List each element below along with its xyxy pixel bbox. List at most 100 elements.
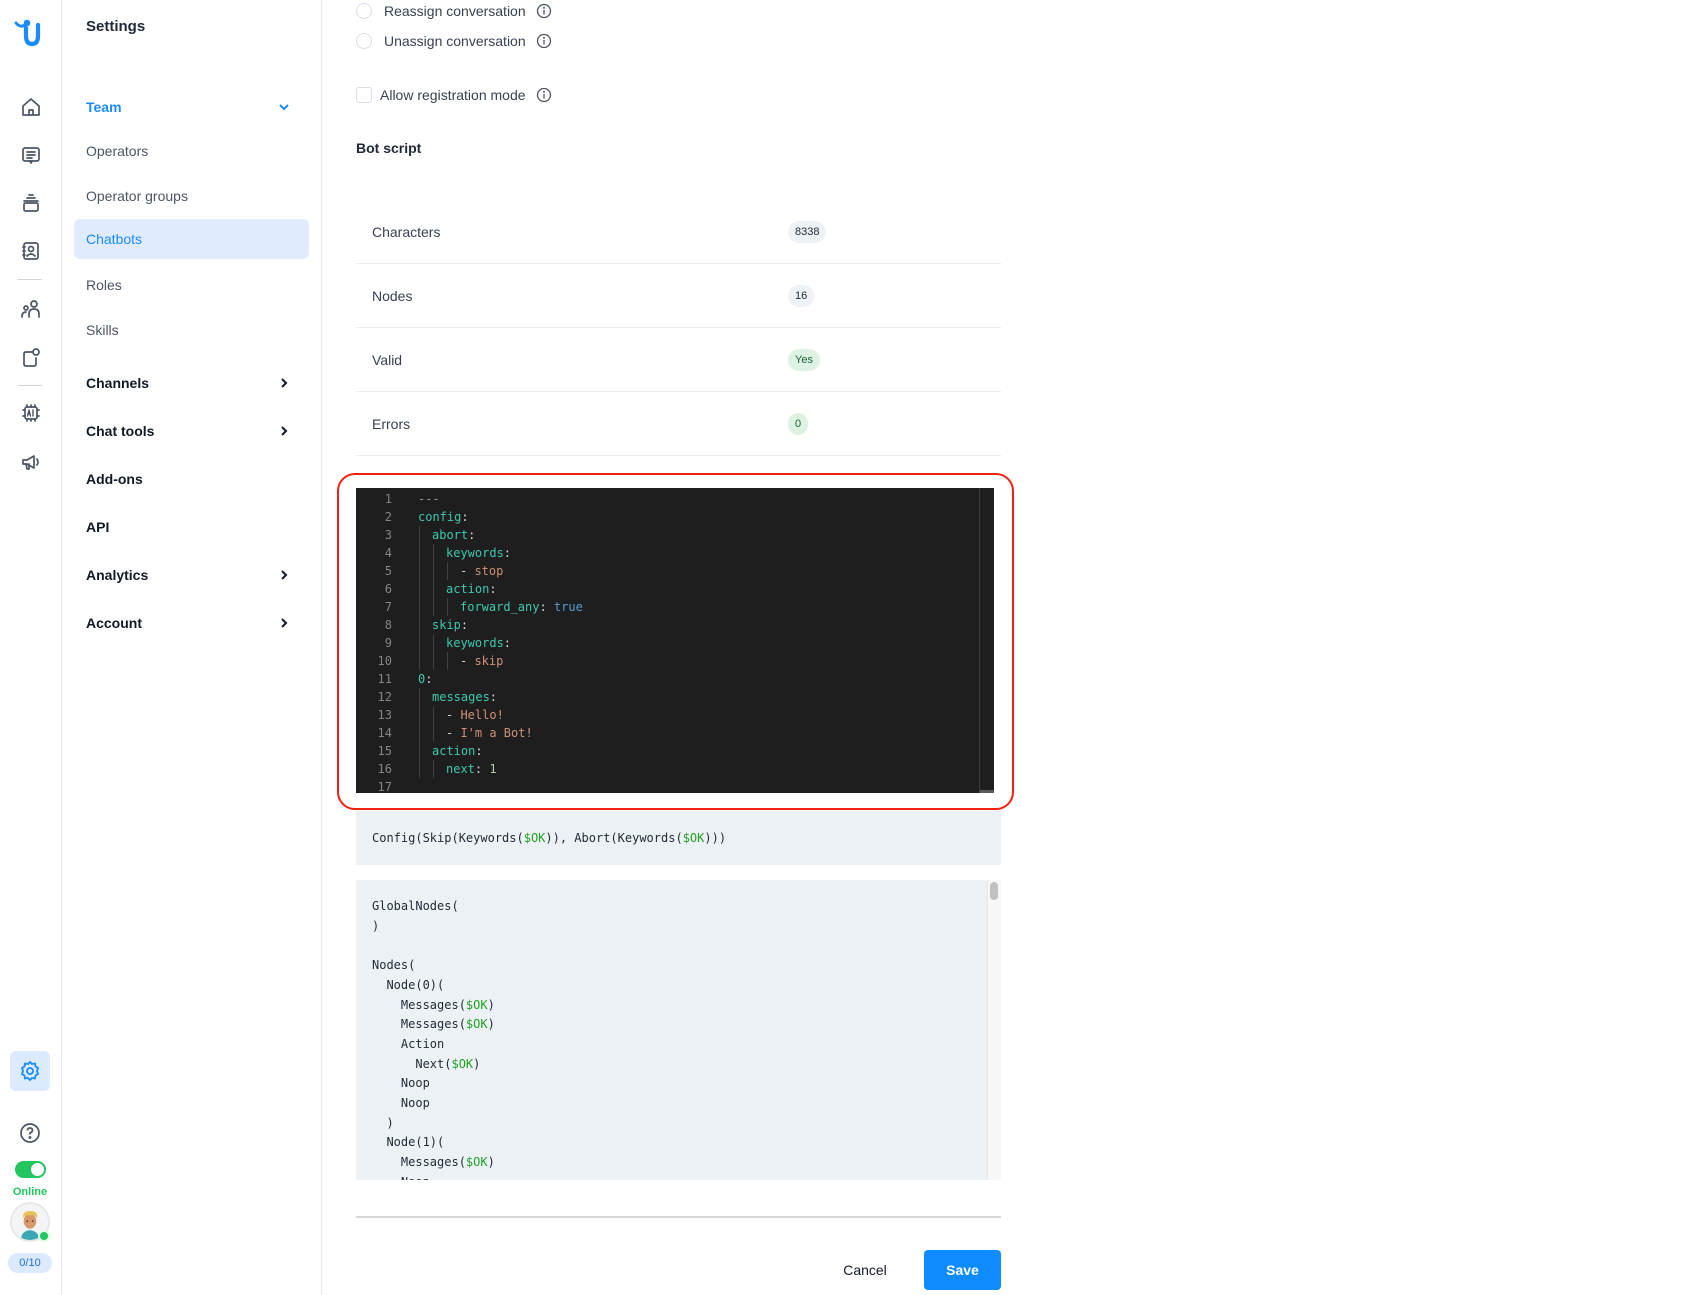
ai-icon[interactable]: [17, 399, 45, 427]
output-scrollbar[interactable]: [987, 880, 1001, 1180]
nav-item-skills[interactable]: Skills: [74, 310, 309, 350]
nav-title: Settings: [86, 18, 146, 35]
editor-scroll-thumb[interactable]: [980, 790, 994, 793]
stat-row-characters: Characters 8338: [356, 200, 1001, 264]
unassign-option[interactable]: Unassign conversation: [356, 33, 552, 49]
nav-item-label: Add-ons: [86, 471, 143, 487]
output-line: ): [372, 918, 380, 933]
line-number: 14: [377, 726, 392, 740]
nav-item-label: API: [86, 519, 110, 535]
output-line: Noop: [372, 1172, 430, 1180]
chevron-right-icon: [277, 568, 291, 582]
indent-guide: [419, 580, 420, 598]
output-line: Noop: [372, 1076, 430, 1091]
nav-item-label: Channels: [86, 375, 150, 391]
cancel-button[interactable]: Cancel: [827, 1250, 903, 1290]
indent-guide: [419, 526, 420, 544]
nav-item-analytics[interactable]: Analytics: [74, 555, 309, 595]
code-text: abort:: [432, 528, 476, 542]
broadcast-icon[interactable]: [17, 448, 45, 476]
indent-guide: [419, 652, 420, 670]
output-line: Action: [372, 1036, 445, 1051]
nav-item-api[interactable]: API: [74, 507, 309, 547]
stat-row-nodes: Nodes 16: [356, 264, 1001, 328]
nav-item-chatbots[interactable]: Chatbots: [74, 219, 309, 259]
registration-mode-option[interactable]: Allow registration mode: [356, 87, 552, 103]
indent-guide: [433, 652, 434, 670]
help-icon[interactable]: [18, 1121, 42, 1145]
output-scroll-thumb[interactable]: [990, 882, 998, 900]
unassign-radio[interactable]: [356, 33, 372, 49]
nav-item-chat-tools[interactable]: Chat tools: [74, 411, 309, 451]
queue-icon[interactable]: [17, 189, 45, 217]
line-number: 4: [384, 546, 392, 560]
info-icon[interactable]: [536, 3, 552, 19]
nav-item-account[interactable]: Account: [74, 603, 309, 643]
script-stats: Characters 8338 Nodes 16 Valid Yes Error…: [356, 200, 1001, 456]
indent-guide: [419, 544, 420, 562]
code-text: keywords:: [446, 636, 512, 650]
editor-scrollbar[interactable]: [979, 488, 980, 793]
settings-button[interactable]: [10, 1051, 50, 1091]
code-line: 3 abort:: [356, 526, 976, 544]
nav-item-operator-groups[interactable]: Operator groups: [74, 176, 309, 216]
code-line: 17: [356, 778, 976, 793]
team-icon[interactable]: [17, 295, 45, 323]
online-toggle[interactable]: [15, 1161, 46, 1178]
contacts-icon[interactable]: [17, 237, 45, 265]
code-line: 4 keywords:: [356, 544, 976, 562]
chats-icon[interactable]: [17, 141, 45, 169]
code-line: 13 - Hello!: [356, 706, 976, 724]
brand-logo[interactable]: [12, 14, 46, 48]
code-line: 1 ---: [356, 490, 976, 508]
settings-nav: Settings Team Operators Operator groups …: [62, 0, 322, 1295]
nav-item-team[interactable]: Team: [74, 87, 309, 127]
indent-guide: [419, 598, 420, 616]
code-line: 6 action:: [356, 580, 976, 598]
output-line: ): [372, 1115, 394, 1130]
integrations-icon[interactable]: [17, 344, 45, 372]
nav-item-roles[interactable]: Roles: [74, 265, 309, 305]
chat-counter-badge: 0/10: [8, 1253, 52, 1273]
code-line: 9 keywords:: [356, 634, 976, 652]
code-line: 10 - skip: [356, 652, 976, 670]
code-text: action:: [446, 582, 497, 596]
code-text: keywords:: [446, 546, 512, 560]
nav-item-label: Chat tools: [86, 423, 155, 439]
stat-label: Nodes: [372, 287, 413, 304]
reassign-label: Reassign conversation: [384, 3, 526, 19]
nav-item-label: Operators: [86, 143, 149, 159]
icon-rail: Online 0/10: [0, 0, 62, 1295]
valid-badge: Yes: [788, 348, 820, 371]
indent-guide: [433, 562, 434, 580]
nav-item-label: Account: [86, 615, 142, 631]
nav-item-add-ons[interactable]: Add-ons: [74, 459, 309, 499]
gear-icon: [18, 1059, 42, 1083]
yaml-code-editor[interactable]: 1 --- 2 config: 3 abort: 4 keywords: 5 - stop 6 act…: [356, 488, 994, 793]
reassign-radio[interactable]: [356, 3, 372, 19]
info-icon[interactable]: [536, 33, 552, 49]
footer-divider: [356, 1216, 1001, 1218]
rail-divider: [18, 385, 42, 386]
line-number: 16: [377, 762, 392, 776]
nav-item-label: Chatbots: [86, 231, 143, 247]
indent-guide: [433, 706, 434, 724]
code-text: - skip: [460, 654, 504, 668]
chevron-right-icon: [277, 376, 291, 390]
reassign-option[interactable]: Reassign conversation: [356, 3, 552, 19]
code-line: 11 0:: [356, 670, 976, 688]
info-icon[interactable]: [536, 87, 552, 103]
registration-mode-checkbox[interactable]: [356, 87, 372, 103]
home-icon[interactable]: [17, 93, 45, 121]
code-text: messages:: [432, 690, 498, 704]
nav-item-label: Analytics: [86, 567, 149, 583]
stat-label: Errors: [372, 415, 411, 432]
nav-item-channels[interactable]: Channels: [74, 363, 309, 403]
code-line: 16 next: 1: [356, 760, 976, 778]
save-button[interactable]: Save: [924, 1250, 1001, 1290]
code-text: action:: [432, 744, 483, 758]
output-line: Nodes(: [372, 958, 416, 973]
line-number: 8: [384, 618, 392, 632]
code-text: - I'm a Bot!: [446, 726, 533, 740]
nav-item-operators[interactable]: Operators: [74, 131, 309, 171]
